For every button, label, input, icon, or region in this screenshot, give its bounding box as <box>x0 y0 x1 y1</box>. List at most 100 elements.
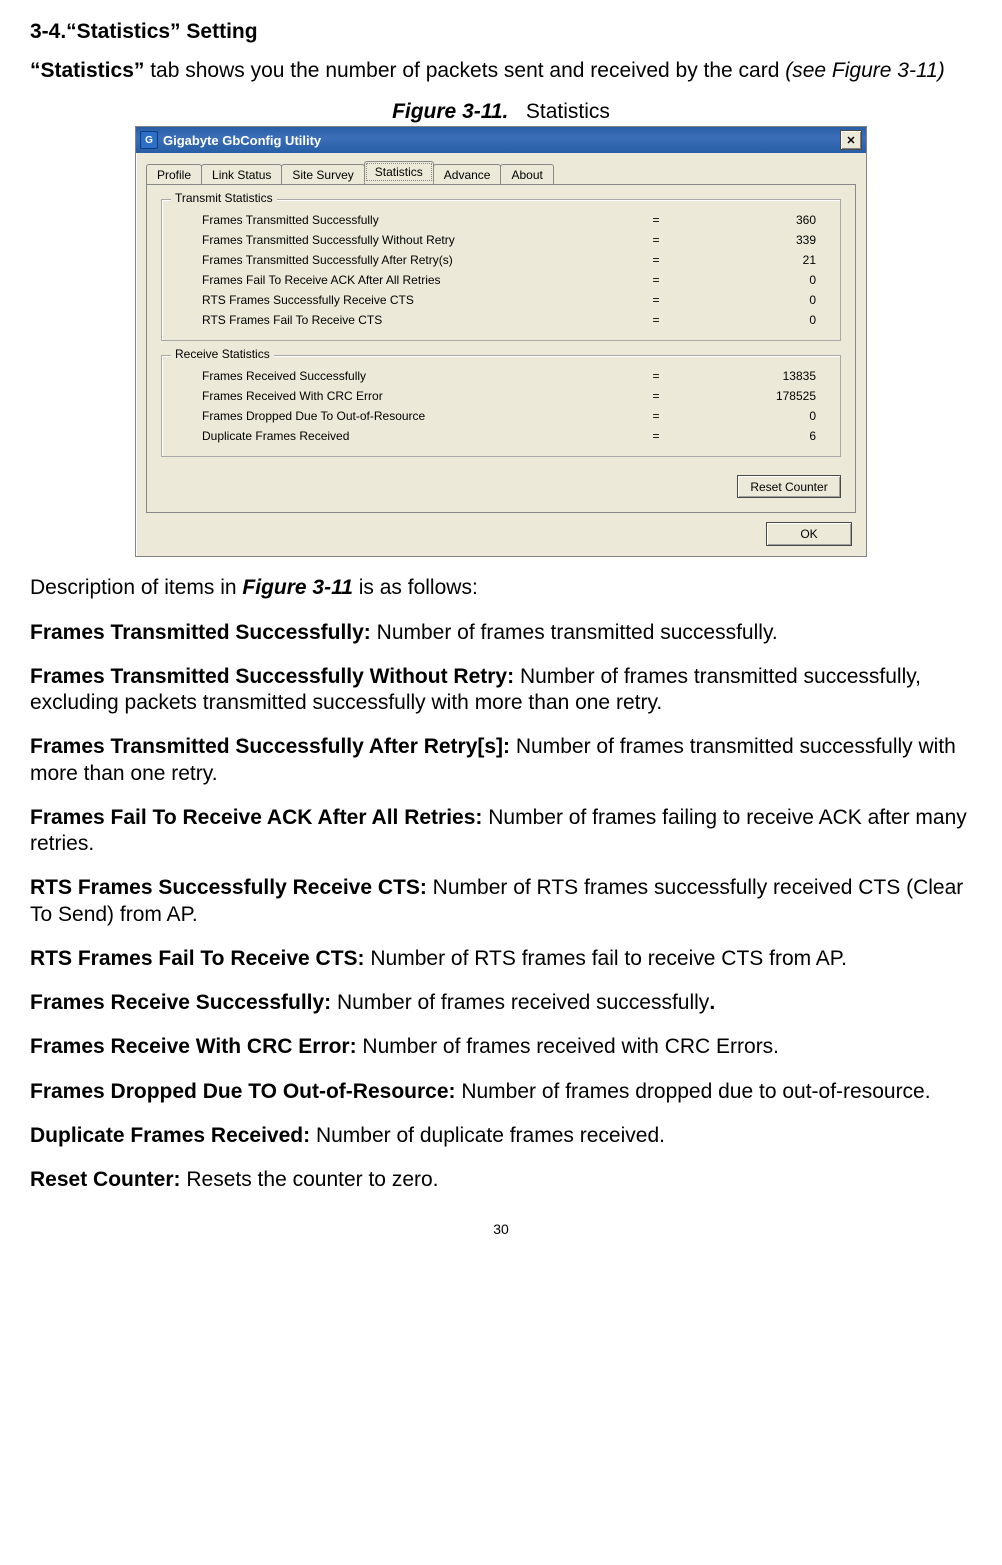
stat-label: Frames Transmitted Successfully After Re… <box>202 253 596 267</box>
description-item: Frames Transmitted Successfully Without … <box>30 664 972 717</box>
desc-term: Reset Counter: <box>30 1168 181 1191</box>
desc-text: Number of frames transmitted successfull… <box>371 621 778 644</box>
section-heading: 3-4.“Statistics” Setting <box>30 20 972 44</box>
equals-icon: = <box>596 293 716 307</box>
equals-icon: = <box>596 253 716 267</box>
tab-strip: Profile Link Status Site Survey Statisti… <box>136 153 866 183</box>
close-icon[interactable]: ✕ <box>840 130 862 150</box>
receive-group-title: Receive Statistics <box>171 347 274 361</box>
desc-text: Number of frames received successfully <box>331 991 709 1014</box>
table-row: Frames Received With CRC Error = 178525 <box>174 386 828 406</box>
dialog-window: G Gigabyte GbConfig Utility ✕ Profile Li… <box>135 126 867 557</box>
tab-site-survey[interactable]: Site Survey <box>281 164 364 185</box>
description-item: Reset Counter: Resets the counter to zer… <box>30 1167 972 1193</box>
table-row: Frames Fail To Receive ACK After All Ret… <box>174 270 828 290</box>
equals-icon: = <box>596 313 716 327</box>
stat-label: Frames Received With CRC Error <box>202 389 596 403</box>
table-row: Frames Transmitted Successfully After Re… <box>174 250 828 270</box>
description-intro: Description of items in Figure 3-11 is a… <box>30 575 972 601</box>
reset-counter-button[interactable]: Reset Counter <box>737 475 841 498</box>
stat-value: 6 <box>716 429 824 443</box>
desc-text: Resets the counter to zero. <box>181 1168 439 1191</box>
description-item: Frames Receive With CRC Error: Number of… <box>30 1034 972 1060</box>
tab-about[interactable]: About <box>500 164 553 185</box>
description-item: Frames Dropped Due TO Out-of-Resource: N… <box>30 1079 972 1105</box>
table-row: Frames Dropped Due To Out-of-Resource = … <box>174 406 828 426</box>
receive-groupbox: Receive Statistics Frames Received Succe… <box>161 355 841 457</box>
equals-icon: = <box>596 233 716 247</box>
description-item: Duplicate Frames Received: Number of dup… <box>30 1123 972 1149</box>
stat-label: Frames Dropped Due To Out-of-Resource <box>202 409 596 423</box>
desc-text: Number of RTS frames fail to receive CTS… <box>365 947 847 970</box>
table-row: Frames Transmitted Successfully = 360 <box>174 210 828 230</box>
desc-text: Number of frames dropped due to out-of-r… <box>456 1080 931 1103</box>
figure-caption: Figure 3-11. Statistics <box>30 100 972 124</box>
equals-icon: = <box>596 409 716 423</box>
stat-label: Frames Transmitted Successfully <box>202 213 596 227</box>
desc-trailing-bold: . <box>709 991 715 1014</box>
stat-value: 360 <box>716 213 824 227</box>
tab-panel: Transmit Statistics Frames Transmitted S… <box>146 184 856 513</box>
intro-ital: (see Figure 3-11) <box>785 59 945 82</box>
dialog-screenshot: G Gigabyte GbConfig Utility ✕ Profile Li… <box>30 126 972 557</box>
description-item: Frames Fail To Receive ACK After All Ret… <box>30 805 972 858</box>
equals-icon: = <box>596 389 716 403</box>
description-item: Frames Transmitted Successfully: Number … <box>30 620 972 646</box>
desc-text: Number of duplicate frames received. <box>310 1124 665 1147</box>
window-title: Gigabyte GbConfig Utility <box>163 133 840 148</box>
description-item: RTS Frames Successfully Receive CTS: Num… <box>30 875 972 928</box>
app-icon: G <box>140 131 158 149</box>
equals-icon: = <box>596 273 716 287</box>
ok-button-row: OK <box>136 516 866 556</box>
stat-value: 21 <box>716 253 824 267</box>
reset-button-row: Reset Counter <box>161 471 841 498</box>
stat-value: 13835 <box>716 369 824 383</box>
transmit-group-title: Transmit Statistics <box>171 191 277 205</box>
stat-label: Frames Fail To Receive ACK After All Ret… <box>202 273 596 287</box>
stat-label: Frames Received Successfully <box>202 369 596 383</box>
page-number: 30 <box>30 1221 972 1237</box>
stat-value: 0 <box>716 409 824 423</box>
titlebar: G Gigabyte GbConfig Utility ✕ <box>136 127 866 153</box>
tab-profile[interactable]: Profile <box>146 164 202 185</box>
desc-term: Duplicate Frames Received: <box>30 1124 310 1147</box>
desc-term: Frames Fail To Receive ACK After All Ret… <box>30 806 482 829</box>
description-item: RTS Frames Fail To Receive CTS: Number o… <box>30 946 972 972</box>
desc-term: Frames Dropped Due TO Out-of-Resource: <box>30 1080 456 1103</box>
desc-term: RTS Frames Fail To Receive CTS: <box>30 947 365 970</box>
desc-term: Frames Transmitted Successfully: <box>30 621 371 644</box>
tab-link-status[interactable]: Link Status <box>201 164 282 185</box>
equals-icon: = <box>596 213 716 227</box>
stat-value: 0 <box>716 273 824 287</box>
desc-term: RTS Frames Successfully Receive CTS: <box>30 876 427 899</box>
desc-term: Frames Receive Successfully: <box>30 991 331 1014</box>
equals-icon: = <box>596 369 716 383</box>
stat-label: Frames Transmitted Successfully Without … <box>202 233 596 247</box>
table-row: RTS Frames Fail To Receive CTS = 0 <box>174 310 828 330</box>
equals-icon: = <box>596 429 716 443</box>
stat-label: Duplicate Frames Received <box>202 429 596 443</box>
intro-middle: tab shows you the number of packets sent… <box>144 59 785 82</box>
figure-gap <box>508 100 526 123</box>
tab-advance[interactable]: Advance <box>433 164 502 185</box>
desc-text: Number of frames received with CRC Error… <box>357 1035 779 1058</box>
desc-intro-before: Description of items in <box>30 576 242 599</box>
figure-label: Figure 3-11. <box>392 100 508 123</box>
intro-term: “Statistics” <box>30 59 144 82</box>
stat-label: RTS Frames Successfully Receive CTS <box>202 293 596 307</box>
stat-value: 178525 <box>716 389 824 403</box>
desc-intro-after: is as follows: <box>353 576 478 599</box>
description-item: Frames Receive Successfully: Number of f… <box>30 990 972 1016</box>
stat-label: RTS Frames Fail To Receive CTS <box>202 313 596 327</box>
description-item: Frames Transmitted Successfully After Re… <box>30 734 972 787</box>
ok-button[interactable]: OK <box>766 522 852 546</box>
desc-term: Frames Transmitted Successfully Without … <box>30 665 514 688</box>
stat-value: 0 <box>716 293 824 307</box>
table-row: Duplicate Frames Received = 6 <box>174 426 828 446</box>
transmit-groupbox: Transmit Statistics Frames Transmitted S… <box>161 199 841 341</box>
figure-text: Statistics <box>526 100 610 123</box>
stat-value: 339 <box>716 233 824 247</box>
desc-intro-figref: Figure 3-11 <box>242 576 352 599</box>
stat-value: 0 <box>716 313 824 327</box>
tab-statistics[interactable]: Statistics <box>364 161 434 183</box>
